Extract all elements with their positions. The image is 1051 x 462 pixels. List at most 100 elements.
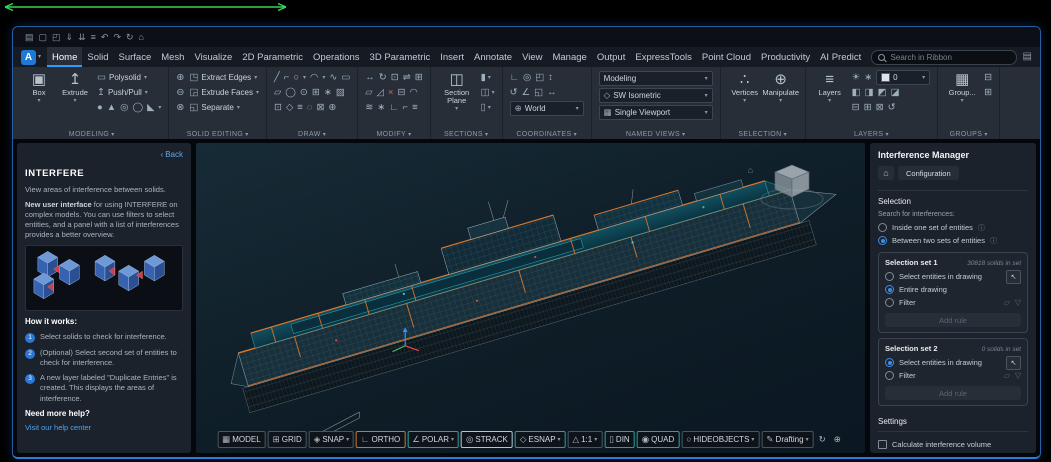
cylinder-icon[interactable]: ◎ [120,103,128,113]
layer-new-icon[interactable]: ∗ [864,73,872,83]
ribbon-panel-toggle-icon[interactable]: ▤ [1023,52,1032,62]
status-quad[interactable]: ◉ QUAD [636,431,680,448]
breadcrumb-configuration[interactable]: Configuration [898,166,959,180]
ucs-select[interactable]: ⊕ World ▾ [509,101,584,116]
ucs-face-icon[interactable]: ◰ [535,73,544,83]
centerline-icon[interactable]: ⊕ [328,103,336,113]
tab-operations[interactable]: Operations [308,47,364,67]
view-preset-select[interactable]: ◇ SW Isometric ▾ [598,88,713,103]
save-icon[interactable]: ⇓ [66,32,74,42]
extract-edges-button[interactable]: ◳ Extract Edges ▾ [189,70,259,85]
app-menu-button[interactable]: A ▾ [21,49,41,65]
radio-select-entities-in-drawing[interactable] [885,358,894,367]
trim-icon[interactable]: ⊟ [397,88,405,98]
layer-select[interactable]: 0 ▾ [876,70,931,85]
copy-icon[interactable]: ⊡ [391,73,399,83]
chamfer-icon[interactable]: ∟ [389,103,398,113]
status-strack[interactable]: ◎ STRACK [460,431,513,448]
group-label-layers[interactable]: LAYERS ▾ [806,131,938,138]
status-annotation-scale[interactable]: △ 1:1 ▾ [567,431,603,448]
tab-point-cloud[interactable]: Point Cloud [697,47,756,67]
view-cube[interactable] [755,159,829,215]
extrude-faces-button[interactable]: ◲ Extrude Faces ▾ [189,85,259,100]
scale-icon[interactable]: ◿ [377,88,384,98]
sphere-icon[interactable]: ● [97,103,103,113]
radio-entire-drawing[interactable] [885,285,894,294]
viewcube-home-icon[interactable]: ⌂ [748,165,753,175]
ucs-icon[interactable]: ∟ [510,73,519,83]
group-label-selection[interactable]: SELECTION ▾ [721,131,805,138]
array-icon[interactable]: ⊞ [415,73,423,83]
status-workspace-drafting[interactable]: ✎ Drafting ▾ [761,431,814,448]
pick-entities-button[interactable]: ↖ [1006,269,1021,284]
layer-previous-icon[interactable]: ↺ [888,103,896,113]
filter-funnel-icon[interactable]: ▽ [1015,371,1021,380]
open-filter-icon[interactable]: ▱ [1004,371,1010,380]
status-din[interactable]: ▯ DIN [604,431,635,448]
group-label-modify[interactable]: MODIFY ▾ [358,131,429,138]
ucs-3point-icon[interactable]: ∠ [522,88,531,98]
app-grid-icon[interactable]: ▤ [25,32,34,42]
viewport-config-select[interactable]: ▦ Single Viewport ▾ [598,105,713,120]
layer-match-icon[interactable]: ◪ [891,88,900,98]
section-settings-icon[interactable]: ▯ [481,103,486,113]
arc-icon[interactable]: ◠ [310,73,318,83]
status-hideobjects[interactable]: ○ HIDEOBJECTS ▾ [681,431,760,448]
wedge-icon[interactable]: ◣ [147,103,154,113]
polyline-icon[interactable]: ⌐ [284,73,290,83]
status-esnap[interactable]: ◇ ESNAP ▾ [514,431,566,448]
align-icon[interactable]: ≡ [412,103,418,113]
rotate-icon[interactable]: ↻ [379,73,387,83]
push-pull-button[interactable]: ↥ Push/Pull ▾ [97,85,161,100]
open-filter-icon[interactable]: ▱ [1004,298,1010,307]
help-center-link[interactable]: Visit our help center [25,423,183,433]
move-icon[interactable]: ↔ [365,73,375,83]
circle-icon[interactable]: ○ [293,73,299,83]
join-icon[interactable]: ⌐ [403,103,409,113]
redo-icon[interactable]: ↷ [113,32,121,42]
line-icon[interactable]: ╱ [274,73,280,83]
wipeout-icon[interactable]: ⊠ [316,103,324,113]
ucs-object-icon[interactable]: ◱ [534,88,543,98]
torus-icon[interactable]: ◯ [132,103,143,113]
layer-freeze-icon[interactable]: ◧ [852,88,861,98]
layer-delete-icon[interactable]: ⊠ [876,103,884,113]
manipulate-button[interactable]: ⊕ Manipulate ▾ [762,70,799,128]
tab-visualize[interactable]: Visualize [189,47,237,67]
table-icon[interactable]: ⊞ [312,88,320,98]
status-polar[interactable]: ∠ POLAR ▾ [407,431,459,448]
layer-isolate-icon[interactable]: ◩ [878,88,887,98]
polysolid-button[interactable]: ▭ Polysolid ▾ [97,70,161,85]
ucs-world-icon[interactable]: ↔ [547,88,557,98]
tab-insert[interactable]: Insert [435,47,469,67]
tab-manage[interactable]: Manage [547,47,591,67]
layer-on-icon[interactable]: ☀ [852,73,861,83]
group-label-named-views[interactable]: NAMED VIEWS ▾ [592,131,720,138]
tab-surface[interactable]: Surface [113,47,156,67]
radio-inside-one-set-of-entities[interactable] [878,223,887,232]
section-plane-button[interactable]: ◫ Section Plane ▾ [438,70,476,128]
layer-lock-icon[interactable]: ◨ [865,88,874,98]
vertices-button[interactable]: ∴ Vertices ▾ [728,70,762,128]
status-grid[interactable]: ⊞ GRID [267,431,307,448]
tab-expresstools[interactable]: ExpressTools [630,47,697,67]
status-snap[interactable]: ◈ SNAP ▾ [308,431,355,448]
new-file-icon[interactable]: ▢ [39,32,48,42]
home-button[interactable]: ⌂ [878,166,894,180]
ucs-z-axis-icon[interactable]: ↕ [548,73,553,83]
subtract-icon[interactable]: ⊖ [176,88,184,98]
multiline-icon[interactable]: ≡ [297,103,303,113]
tab-ai-predict[interactable]: AI Predict [815,47,866,67]
explode-icon[interactable]: ∗ [377,103,385,113]
separate-button[interactable]: ◱ Separate ▾ [189,100,259,115]
tab-view[interactable]: View [517,47,547,67]
live-section-icon[interactable]: ▮ [481,73,486,83]
group-label-modeling[interactable]: MODELING ▾ [15,131,168,138]
group-label-coordinates[interactable]: COORDINATES ▾ [503,131,591,138]
status-crosshair[interactable]: ⊕ [831,431,844,448]
tab-2d-parametric[interactable]: 2D Parametric [237,47,308,67]
union-icon[interactable]: ⊕ [176,73,184,83]
ucs-origin-icon[interactable]: ◎ [523,73,531,83]
home-icon[interactable]: ⌂ [139,32,144,42]
group-label-solid-editing[interactable]: SOLID EDITING ▾ [169,131,266,138]
